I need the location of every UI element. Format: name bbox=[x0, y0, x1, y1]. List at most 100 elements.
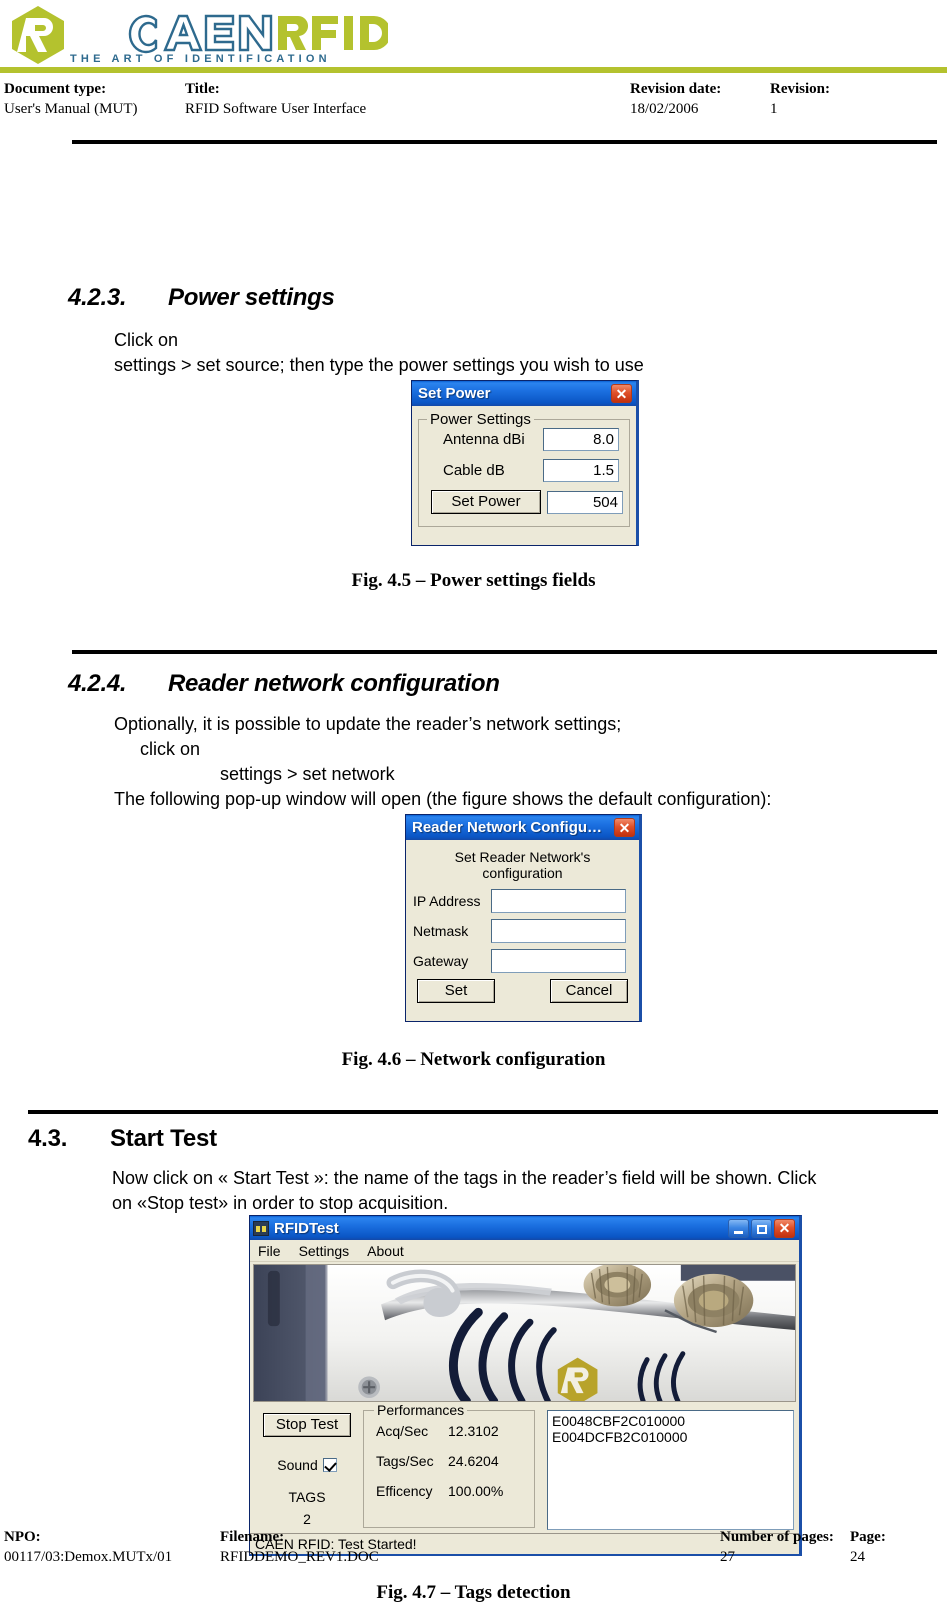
heading-starttest-number: 4.3. bbox=[28, 1125, 68, 1152]
section-rule-43 bbox=[28, 1110, 938, 1114]
page-footer: NPO: 00117/03:Demox.MUTx/01 Filename: RF… bbox=[0, 1528, 947, 1567]
product-photo-svg bbox=[254, 1265, 795, 1401]
title-label: Title: bbox=[185, 81, 220, 97]
section-rule-424 bbox=[72, 650, 937, 654]
menu-about[interactable]: About bbox=[367, 1241, 414, 1261]
stop-test-button[interactable]: Stop Test bbox=[263, 1413, 351, 1437]
close-icon[interactable]: ✕ bbox=[774, 1218, 795, 1238]
power-body-line2: settings > set source; then type the pow… bbox=[114, 355, 644, 375]
tags-count: 2 bbox=[303, 1511, 311, 1527]
set-button[interactable]: Set bbox=[417, 979, 495, 1003]
heading-power-number: 4.2.3. bbox=[68, 284, 127, 311]
npo-label: NPO: bbox=[4, 1529, 41, 1545]
figure-caption-4-6: Fig. 4.6 – Network configuration bbox=[341, 1049, 606, 1070]
number-of-pages-label: Number of pages: bbox=[720, 1529, 834, 1545]
perf-row-efficency: Efficency 100.00% bbox=[370, 1483, 528, 1499]
perf-row-acq: Acq/Sec 12.3102 bbox=[370, 1423, 528, 1439]
filename-label: Filename: bbox=[220, 1529, 285, 1545]
npo-value: 00117/03:Demox.MUTx/01 bbox=[4, 1549, 173, 1565]
network-body-line2: click on bbox=[140, 739, 201, 759]
netmask-input[interactable] bbox=[491, 919, 626, 943]
cable-db-input[interactable]: 1.5 bbox=[543, 459, 619, 482]
network-body-line4: The following pop-up window will open (t… bbox=[114, 789, 772, 809]
performances-legend: Performances bbox=[374, 1402, 468, 1418]
document-info-table: Document type: User's Manual (MUT) Title… bbox=[0, 80, 947, 119]
page-header: THE ART OF IDENTIFICATION Document type:… bbox=[0, 0, 947, 144]
netmask-row: Netmask bbox=[413, 919, 632, 943]
efficency-value: 100.00% bbox=[448, 1483, 504, 1499]
set-power-title: Set Power bbox=[418, 385, 491, 402]
filename-value: RFIDDEMO_REV1.DOC bbox=[220, 1549, 379, 1565]
power-settings-group: Power Settings Antenna dBi 8.0 Cable dB … bbox=[418, 411, 630, 527]
menu-settings[interactable]: Settings bbox=[299, 1241, 360, 1261]
tag-list[interactable]: E0048CBF2C010000 E004DCFB2C010000 bbox=[547, 1410, 794, 1530]
menu-file[interactable]: File bbox=[258, 1241, 291, 1261]
tags-per-sec-value: 24.6204 bbox=[448, 1453, 499, 1469]
reader-network-config-dialog[interactable]: Reader Network Configu… ✕ Set Reader Net… bbox=[405, 814, 642, 1022]
gateway-input[interactable] bbox=[491, 949, 626, 973]
list-item[interactable]: E0048CBF2C010000 bbox=[552, 1413, 789, 1429]
set-power-button[interactable]: Set Power bbox=[431, 490, 541, 514]
header-bottom-rule bbox=[72, 140, 937, 144]
heading-starttest-text: Start Test bbox=[110, 1125, 217, 1152]
tags-per-sec-label: Tags/Sec bbox=[376, 1453, 434, 1469]
network-body-line1: Optionally, it is possible to update the… bbox=[114, 714, 622, 734]
logo-svg: THE ART OF IDENTIFICATION bbox=[12, 6, 388, 65]
figure-caption-4-5: Fig. 4.5 – Power settings fields bbox=[351, 570, 596, 591]
doctype-value: User's Manual (MUT) bbox=[4, 101, 138, 117]
caen-rfid-logo: THE ART OF IDENTIFICATION bbox=[8, 4, 388, 66]
starttest-body-line2: on «Stop test» in order to stop acquisit… bbox=[112, 1193, 449, 1213]
perf-row-tags: Tags/Sec 24.6204 bbox=[370, 1453, 528, 1469]
test-controls-column: Stop Test Sound TAGS 2 bbox=[253, 1406, 361, 1540]
rfidtest-title: RFIDTest bbox=[274, 1219, 339, 1237]
ip-address-row: IP Address bbox=[413, 889, 632, 913]
minimize-icon[interactable] bbox=[728, 1218, 749, 1238]
netmask-label: Netmask bbox=[413, 923, 469, 939]
ip-address-label: IP Address bbox=[413, 893, 481, 909]
heading-power-settings: 4.2.3. Power settings bbox=[68, 284, 335, 312]
revision-value: 1 bbox=[770, 101, 778, 117]
sound-checkbox[interactable] bbox=[322, 1458, 337, 1472]
sound-option-row[interactable]: Sound bbox=[277, 1457, 337, 1473]
page-label: Page: bbox=[850, 1529, 886, 1545]
heading-network-text: Reader network configuration bbox=[168, 670, 500, 697]
performances-group: Performances Acq/Sec 12.3102 Tags/Sec 24… bbox=[363, 1402, 535, 1528]
antenna-dbi-input[interactable]: 8.0 bbox=[543, 428, 619, 451]
acq-per-sec-label: Acq/Sec bbox=[376, 1423, 429, 1439]
rfidtest-titlebar[interactable]: RFIDTest ✕ bbox=[250, 1216, 799, 1240]
antenna-dbi-row: Antenna dBi 8.0 bbox=[425, 428, 623, 451]
power-result-input[interactable]: 504 bbox=[547, 490, 623, 514]
page-value: 24 bbox=[850, 1549, 865, 1565]
close-icon[interactable]: ✕ bbox=[611, 384, 632, 403]
revision-date-label: Revision date: bbox=[630, 81, 722, 97]
network-body-line3: settings > set network bbox=[220, 764, 395, 784]
acq-per-sec-value: 12.3102 bbox=[448, 1423, 499, 1439]
maximize-icon[interactable] bbox=[751, 1218, 772, 1238]
figure-caption-4-7: Fig. 4.7 – Tags detection bbox=[376, 1582, 571, 1603]
set-power-action-row: Set Power 504 bbox=[425, 490, 623, 514]
doctype-label: Document type: bbox=[4, 81, 107, 97]
tags-label: TAGS bbox=[288, 1489, 326, 1505]
logo-tagline: THE ART OF IDENTIFICATION bbox=[70, 53, 331, 65]
cable-db-row: Cable dB 1.5 bbox=[425, 459, 623, 482]
starttest-body-line1: Now click on « Start Test »: the name of… bbox=[112, 1168, 817, 1188]
set-power-titlebar[interactable]: Set Power ✕ bbox=[412, 381, 636, 406]
set-power-dialog[interactable]: Set Power ✕ Power Settings Antenna dBi 8… bbox=[411, 380, 639, 546]
header-green-rule bbox=[0, 67, 947, 73]
cable-db-label: Cable dB bbox=[443, 462, 505, 479]
list-item[interactable]: E004DCFB2C010000 bbox=[552, 1429, 789, 1445]
revision-label: Revision: bbox=[770, 81, 830, 97]
app-icon bbox=[253, 1220, 269, 1236]
gateway-label: Gateway bbox=[413, 953, 469, 969]
network-dialog-caption: Set Reader Network's configuration bbox=[454, 849, 591, 881]
ip-address-input[interactable] bbox=[491, 889, 626, 913]
rfidtest-window[interactable]: RFIDTest ✕ File Settings About Stop Test… bbox=[249, 1215, 802, 1556]
cancel-button[interactable]: Cancel bbox=[550, 979, 628, 1003]
close-icon[interactable]: ✕ bbox=[614, 818, 635, 837]
menubar: File Settings About bbox=[250, 1240, 799, 1262]
heading-network-number: 4.2.4. bbox=[68, 670, 127, 697]
rfidtest-lower-panel: Stop Test Sound TAGS 2 Performances Acq/… bbox=[253, 1402, 796, 1540]
network-titlebar[interactable]: Reader Network Configu… ✕ bbox=[406, 815, 639, 840]
number-of-pages-value: 27 bbox=[720, 1549, 735, 1565]
sound-label: Sound bbox=[277, 1457, 318, 1473]
